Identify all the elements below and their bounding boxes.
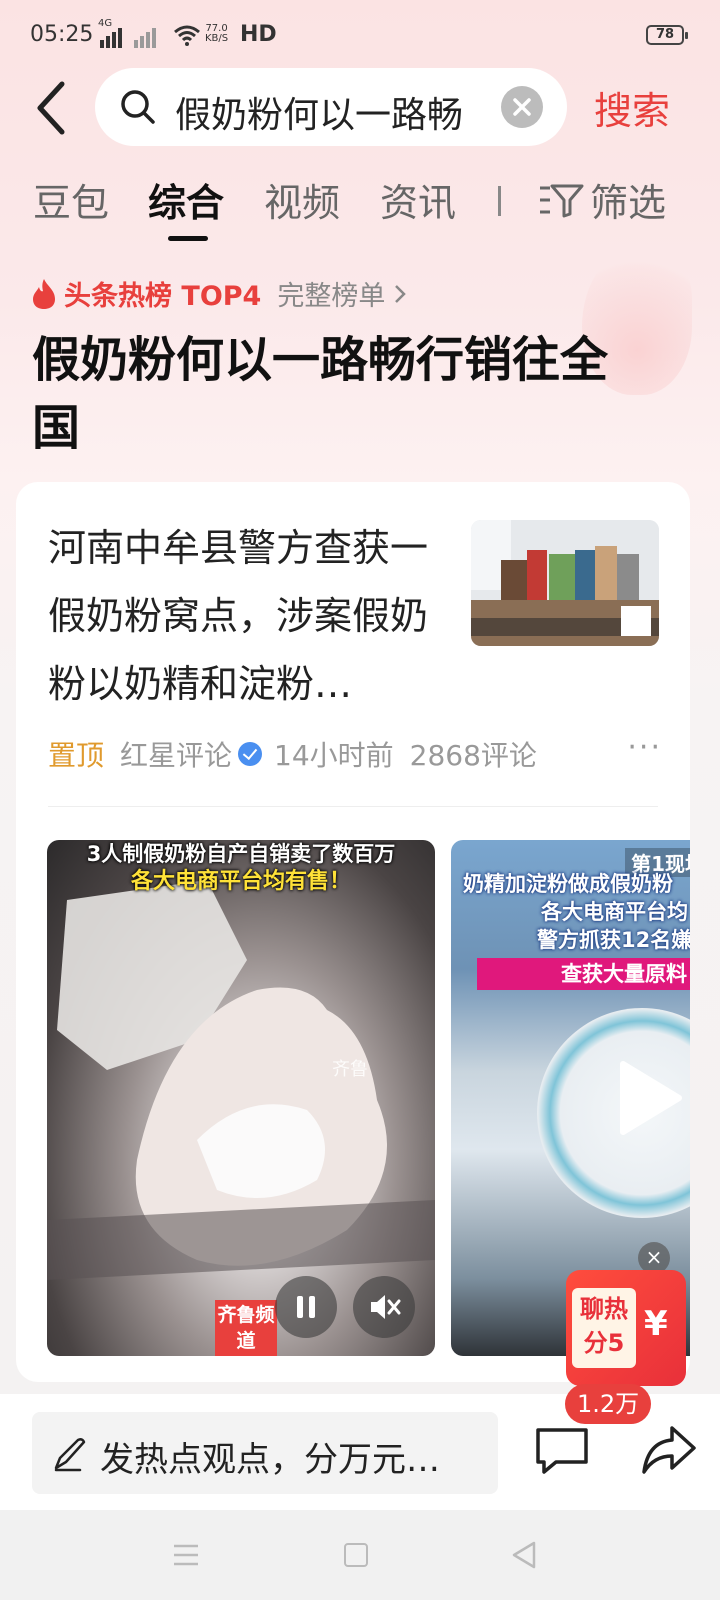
video-1-channel-badge: 齐鲁频道 [215,1300,277,1356]
video-1-caption-line2: 各大电商平台均有售！ [130,869,351,894]
pause-icon [297,1296,315,1318]
result-card: 河南中牟县警方查获一假奶粉窝点，涉案假奶粉以奶精和淀粉… 置顶 红星评论 14小… [16,482,690,1382]
video-2-caption-line2: 各大电商平台均 [541,900,688,924]
video-1-watermark: 齐鲁 [332,1059,368,1080]
tab-news[interactable]: 资讯 [380,172,456,227]
video-card-1[interactable]: 3人制假奶粉自产自销卖了数百万 各大电商平台均有售！ 齐鲁 齐鲁频道 [47,840,435,1356]
page: 05:25 4G 77.0 KB/S HD 78 假奶粉何以一路畅 搜索 豆包 … [0,0,720,1600]
status-time: 05:25 [30,22,94,47]
signal-bars-icon [100,28,122,48]
back-icon[interactable] [28,78,78,138]
search-input[interactable]: 假奶粉何以一路畅 [95,68,567,146]
pen-icon [54,1438,86,1472]
hot-rank-label: 头条热榜 TOP4 [64,281,262,312]
fire-icon [33,278,55,309]
yen-icon: ¥ [644,1304,668,1344]
tab-doubao[interactable]: 豆包 [33,172,109,227]
divider [48,806,658,807]
publish-time: 14小时前 [274,739,394,772]
author-name[interactable]: 红星评论 [120,734,232,774]
video-2-caption-line3: 警方抓获12名嫌 [537,928,690,952]
home-icon[interactable] [344,1543,368,1567]
video-2-caption: 奶精加淀粉做成假奶粉 各大电商平台均 警方抓获12名嫌 [463,870,690,954]
muted-speaker-icon [371,1295,401,1319]
tab-comprehensive[interactable]: 综合 [148,172,224,227]
filter-button[interactable]: 筛选 [538,172,666,227]
signal-icons: 4G [98,18,156,48]
verified-icon [238,742,263,766]
menu-icon[interactable] [172,1542,200,1568]
video-2-caption-line1: 奶精加淀粉做成假奶粉 [463,872,673,896]
share-icon[interactable] [640,1424,696,1476]
status-bar: 05:25 4G 77.0 KB/S HD 78 [0,0,720,70]
full-list-link[interactable]: 完整榜单 [277,274,385,313]
pinned-badge: 置顶 [48,739,105,772]
search-button[interactable]: 搜索 [594,80,670,135]
filter-icon [540,184,584,217]
mute-button[interactable] [353,1276,415,1338]
filter-label: 筛选 [590,181,667,225]
network-gen-label: 4G [98,18,113,29]
article-title[interactable]: 河南中牟县警方查获一假奶粉窝点，涉案假奶粉以奶精和淀粉… [48,514,448,718]
pause-button[interactable] [275,1276,337,1338]
float-ad-text: 聊热分5 [572,1288,636,1368]
comment-icon[interactable] [534,1424,590,1476]
play-icon[interactable] [615,1058,685,1138]
search-query[interactable]: 假奶粉何以一路畅 [175,86,495,138]
active-tab-indicator [168,236,208,241]
wifi-icon [174,25,200,46]
system-nav-bar [0,1510,720,1600]
nav-back-icon[interactable] [510,1540,540,1570]
net-speed-unit: KB/S [205,33,229,44]
comment-count-badge: 1.2万 [565,1384,652,1424]
tab-video[interactable]: 视频 [264,172,340,227]
video-2-banner: 查获大量原料 [477,958,690,990]
comment-input[interactable]: 发热点观点，分万元… [32,1412,498,1494]
hd-label: HD [240,22,277,47]
clear-icon[interactable] [501,86,543,128]
signal-bars-dim-icon [134,28,156,48]
article-thumbnail[interactable] [471,520,659,646]
video-1-caption: 3人制假奶粉自产自销卖了数百万 各大电商平台均有售！ [47,840,435,896]
topic-title: 假奶粉何以一路畅行销往全国 [32,332,609,456]
comment-placeholder: 发热点观点，分万元… [100,1440,440,1480]
more-options-icon[interactable]: ··· [627,730,662,765]
chevron-right-icon [395,284,407,303]
bottom-bar: 发热点观点，分万元… 1.2万 [0,1384,720,1510]
comment-count-text: 2868评论 [409,739,537,772]
hot-rank-row[interactable]: 头条热榜 TOP4 完整榜单 [30,274,409,313]
search-icon [121,90,155,124]
article-meta: 置顶 红星评论 14小时前 2868评论 ··· [48,730,668,774]
tab-overflow[interactable] [496,172,510,222]
float-ad[interactable]: 聊热分5 ¥ [566,1270,686,1386]
net-speed: 77.0 KB/S [205,24,228,44]
battery-icon: 78 [646,25,688,45]
video-1-caption-line1: 3人制假奶粉自产自销卖了数百万 [86,842,396,866]
